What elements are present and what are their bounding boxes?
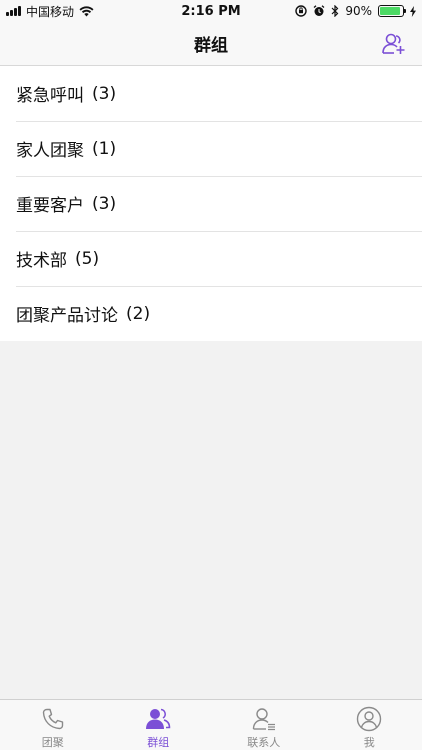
add-group-button[interactable] — [380, 30, 408, 58]
tab-label: 团聚 — [41, 736, 64, 749]
add-user-icon — [382, 33, 405, 54]
group-icon — [144, 706, 172, 732]
group-list: 紧急呼叫 (3) 家人团聚 (1) 重要客户 (3) 技术部 (5) 团聚产品讨… — [0, 66, 422, 341]
tab-label: 联系人 — [247, 736, 281, 749]
charging-icon — [410, 5, 416, 17]
carrier-label: 中国移动 — [26, 4, 75, 19]
phone-icon — [39, 706, 67, 732]
page-title: 群组 — [194, 36, 228, 56]
status-bar: 中国移动 2:16 PM 90% — [0, 0, 422, 22]
tab-groups[interactable]: 群组 — [106, 700, 212, 750]
tab-bar: 团聚 群组 联系人 我 — [0, 699, 422, 750]
tab-tuanju[interactable]: 团聚 — [0, 700, 106, 750]
list-item[interactable]: 重要客户 (3) — [0, 176, 422, 231]
group-count: (1) — [92, 138, 117, 159]
bluetooth-icon — [331, 5, 339, 17]
list-item[interactable]: 团聚产品讨论 (2) — [0, 286, 422, 341]
wifi-icon — [79, 5, 94, 16]
tab-label: 群组 — [147, 736, 170, 749]
tab-contacts[interactable]: 联系人 — [211, 700, 317, 750]
battery-fill — [380, 7, 400, 15]
nav-bar: 群组 — [0, 22, 422, 66]
tab-me[interactable]: 我 — [317, 700, 422, 750]
battery-percent: 90% — [345, 4, 372, 18]
battery-icon — [378, 5, 406, 17]
tab-label: 我 — [363, 736, 375, 749]
status-right: 90% — [295, 0, 416, 22]
list-item[interactable]: 紧急呼叫 (3) — [0, 66, 422, 121]
list-item[interactable]: 家人团聚 (1) — [0, 121, 422, 176]
group-name: 技术部 — [16, 251, 67, 271]
group-name: 重要客户 — [16, 196, 84, 216]
group-count: (3) — [92, 83, 117, 104]
status-left: 中国移动 — [0, 3, 150, 20]
group-count: (2) — [126, 303, 151, 324]
group-name: 家人团聚 — [16, 141, 84, 161]
list-item[interactable]: 技术部 (5) — [0, 231, 422, 286]
group-name: 团聚产品讨论 — [16, 306, 118, 326]
group-count: (3) — [92, 193, 117, 214]
group-count: (5) — [75, 248, 100, 269]
signal-icon — [6, 6, 21, 16]
contacts-icon — [250, 706, 278, 732]
profile-icon — [355, 706, 383, 732]
alarm-icon — [313, 5, 325, 16]
group-name: 紧急呼叫 — [16, 86, 84, 106]
rotation-lock-icon — [295, 5, 308, 17]
